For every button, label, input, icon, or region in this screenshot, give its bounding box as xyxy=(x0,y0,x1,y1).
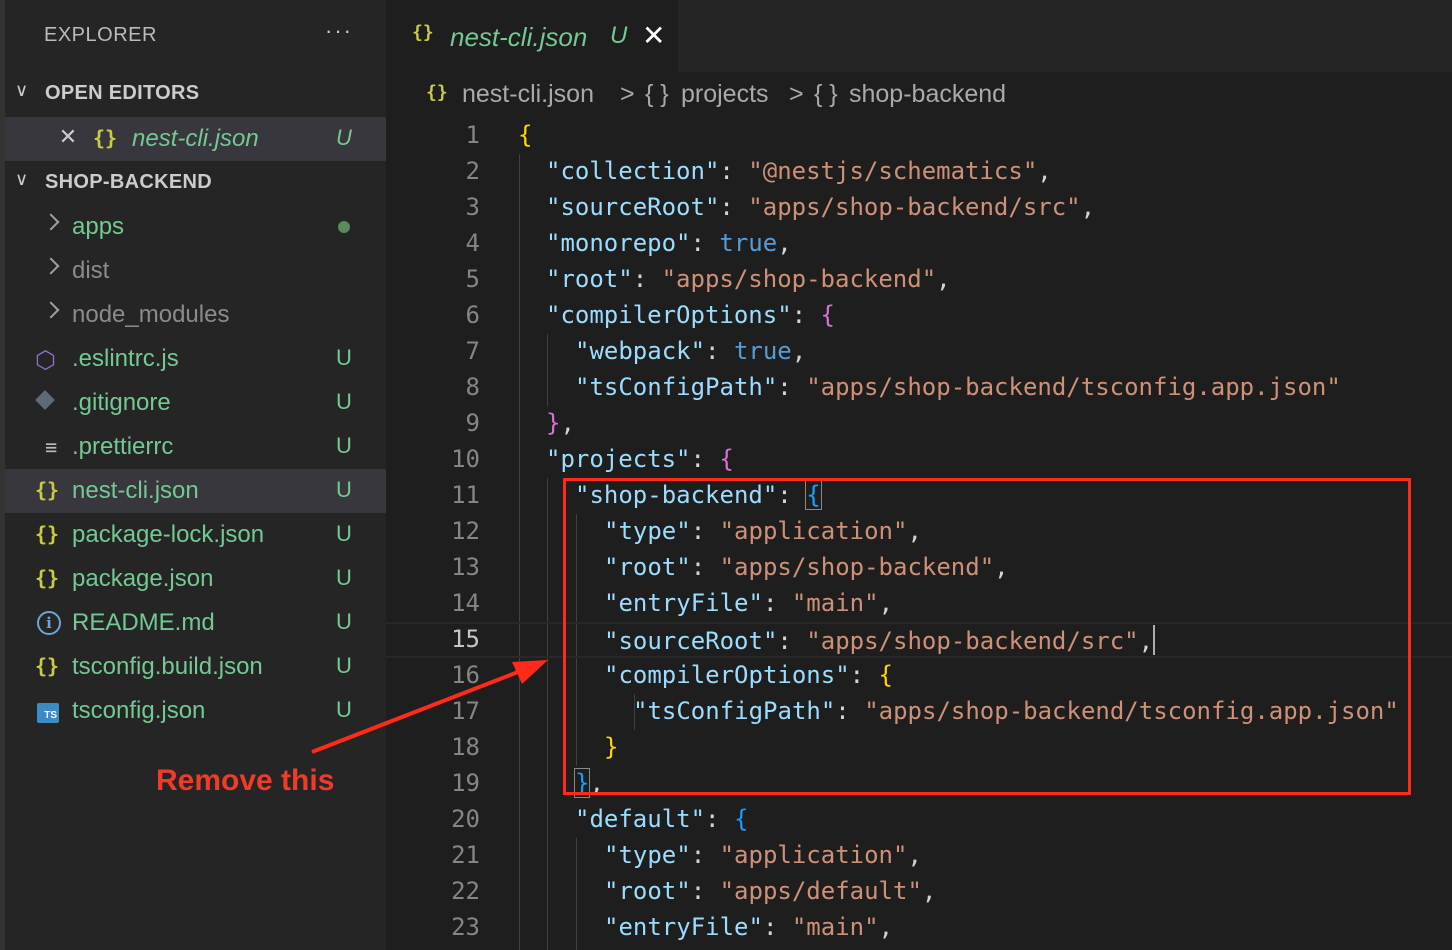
annotation-label: Remove this xyxy=(156,764,335,797)
annotation-arrow xyxy=(311,660,548,754)
